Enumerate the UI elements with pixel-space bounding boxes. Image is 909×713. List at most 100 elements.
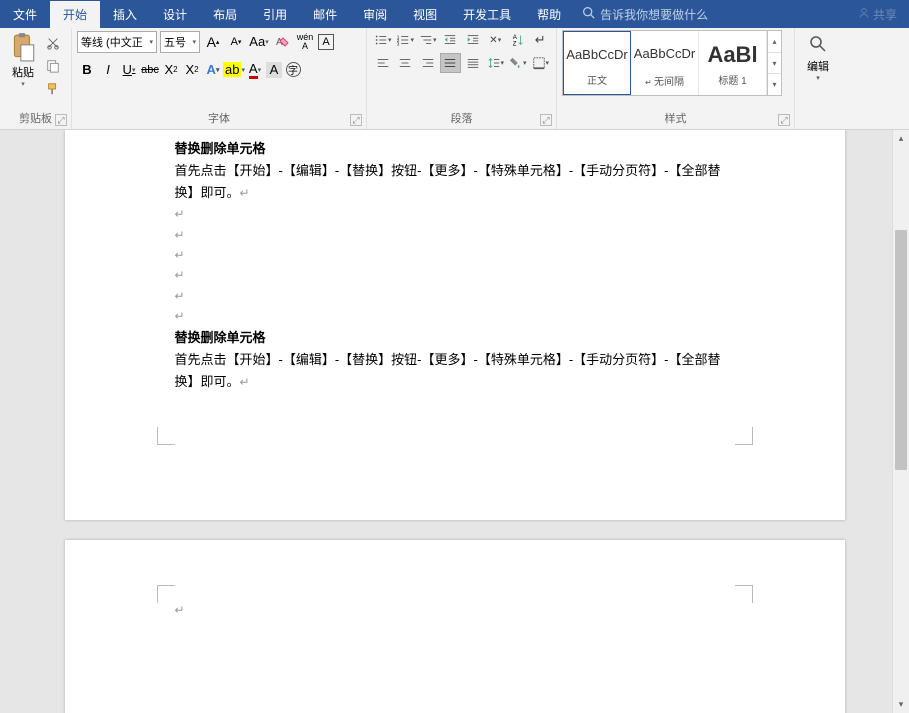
scroll-thumb[interactable] <box>895 230 907 470</box>
align-left-button[interactable] <box>372 53 394 73</box>
tab-help[interactable]: 帮助 <box>524 1 574 28</box>
svg-text:Z: Z <box>513 40 517 47</box>
style-item-nospace[interactable]: AaBbCcDr ↵ 无间隔 <box>631 31 699 95</box>
line-spacing-button[interactable]: ▾ <box>485 53 507 73</box>
tab-design[interactable]: 设计 <box>150 1 200 28</box>
enclose-char-button[interactable]: 字 <box>283 60 303 80</box>
group-font-label: 字体 <box>77 108 361 129</box>
group-styles: AaBbCcDr 正文 AaBbCcDr ↵ 无间隔 AaBl 标题 1 ▴ ▾… <box>557 28 795 129</box>
group-clipboard: 粘贴 ▾ 剪贴板 ⤢ <box>0 28 72 129</box>
document-page-2[interactable]: ↵ <box>65 540 845 713</box>
clear-format-button[interactable]: A <box>272 32 292 52</box>
subscript-button[interactable]: X2 <box>161 60 181 80</box>
tab-home[interactable]: 开始 <box>50 1 100 28</box>
bullet-list-button[interactable]: ▾ <box>372 30 394 50</box>
para-mark: ↵ <box>175 204 735 224</box>
share-button[interactable]: 共享 <box>858 6 897 23</box>
document-page-1[interactable]: 替换删除单元格 首先点击【开始】-【编辑】-【替换】按钮-【更多】-【特殊单元格… <box>65 130 845 520</box>
tab-insert[interactable]: 插入 <box>100 1 150 28</box>
chevron-down-icon: ▾ <box>816 74 820 82</box>
clipboard-dialog-launcher[interactable]: ⤢ <box>55 114 67 126</box>
para-mark: ↵ <box>175 600 735 620</box>
page-margin-corner <box>735 427 753 445</box>
shading-button[interactable]: ▾ <box>507 53 529 73</box>
doc-heading: 替换删除单元格 <box>175 330 266 345</box>
strikethrough-button[interactable]: abc <box>140 60 160 80</box>
tab-review[interactable]: 审阅 <box>350 1 400 28</box>
ribbon: 粘贴 ▾ 剪贴板 ⤢ 等线 (中文正▾ 五号▾ A▴ A▾ Aa▾ A wénA… <box>0 28 909 130</box>
doc-body-text: 首先点击【开始】-【编辑】-【替换】按钮-【更多】-【特殊单元格】-【手动分页符… <box>175 163 721 200</box>
cut-button[interactable] <box>43 33 63 53</box>
format-painter-button[interactable] <box>43 79 63 99</box>
editing-dropdown[interactable]: 编辑 ▾ <box>800 30 836 102</box>
chevron-down-icon: ▾ <box>149 38 153 46</box>
group-styles-label: 样式 <box>562 108 789 129</box>
document-area[interactable]: 替换删除单元格 首先点击【开始】-【编辑】-【替换】按钮-【更多】-【特殊单元格… <box>0 130 909 713</box>
char-border-button[interactable]: A <box>318 34 334 50</box>
shrink-font-button[interactable]: A▾ <box>226 32 246 52</box>
para-mark: ↵ <box>175 245 735 265</box>
paste-button[interactable]: 粘贴 ▾ <box>5 30 41 102</box>
tab-file[interactable]: 文件 <box>0 1 50 28</box>
grow-font-button[interactable]: A▴ <box>203 32 223 52</box>
para-mark: ↵ <box>175 265 735 285</box>
style-scroll-down[interactable]: ▾ <box>768 53 781 75</box>
decrease-indent-button[interactable] <box>440 30 462 50</box>
sort-button[interactable]: AZ <box>507 30 529 50</box>
tab-developer[interactable]: 开发工具 <box>450 1 524 28</box>
char-shading-button[interactable]: A <box>266 62 282 78</box>
title-bar: 文件 开始 插入 设计 布局 引用 邮件 审阅 视图 开发工具 帮助 告诉我你想… <box>0 0 909 28</box>
style-item-normal[interactable]: AaBbCcDr 正文 <box>563 31 631 95</box>
phonetic-guide-button[interactable]: wénA <box>295 32 315 52</box>
vertical-scrollbar[interactable]: ▴ ▾ <box>892 130 909 713</box>
align-right-button[interactable] <box>417 53 439 73</box>
font-size-select[interactable]: 五号▾ <box>160 31 200 53</box>
tab-references[interactable]: 引用 <box>250 1 300 28</box>
doc-body-text: 首先点击【开始】-【编辑】-【替换】按钮-【更多】-【特殊单元格】-【手动分页符… <box>175 352 721 389</box>
styles-dialog-launcher[interactable]: ⤢ <box>778 114 790 126</box>
menu-tabs: 文件 开始 插入 设计 布局 引用 邮件 审阅 视图 开发工具 帮助 <box>0 1 574 28</box>
tab-view[interactable]: 视图 <box>400 1 450 28</box>
font-dialog-launcher[interactable]: ⤢ <box>350 114 362 126</box>
doc-heading: 替换删除单元格 <box>175 141 266 156</box>
find-icon <box>808 34 828 54</box>
font-name-select[interactable]: 等线 (中文正▾ <box>77 31 157 53</box>
borders-button[interactable]: ▾ <box>530 53 552 73</box>
underline-button[interactable]: U▾ <box>119 60 139 80</box>
scroll-down-arrow[interactable]: ▾ <box>893 696 909 713</box>
style-scroll-up[interactable]: ▴ <box>768 31 781 53</box>
align-justify-button[interactable] <box>440 53 462 73</box>
svg-text:3: 3 <box>397 41 400 46</box>
tab-mail[interactable]: 邮件 <box>300 1 350 28</box>
page-margin-corner <box>157 427 175 445</box>
paragraph-dialog-launcher[interactable]: ⤢ <box>540 114 552 126</box>
align-distribute-button[interactable] <box>462 53 484 73</box>
increase-indent-button[interactable] <box>462 30 484 50</box>
para-mark: ↵ <box>175 225 735 245</box>
superscript-button[interactable]: X2 <box>182 60 202 80</box>
change-case-button[interactable]: Aa▾ <box>249 32 269 52</box>
tab-layout[interactable]: 布局 <box>200 1 250 28</box>
tell-me-label: 告诉我你想要做什么 <box>600 6 708 23</box>
style-gallery: AaBbCcDr 正文 AaBbCcDr ↵ 无间隔 AaBl 标题 1 ▴ ▾… <box>562 30 782 96</box>
tell-me-search[interactable]: 告诉我你想要做什么 <box>582 6 708 23</box>
text-effects-button[interactable]: A▾ <box>203 60 223 80</box>
align-center-button[interactable] <box>395 53 417 73</box>
page-margin-corner <box>157 585 175 603</box>
font-color-button[interactable]: A▾ <box>245 60 265 80</box>
number-list-button[interactable]: 123▾ <box>395 30 417 50</box>
scroll-up-arrow[interactable]: ▴ <box>893 130 909 147</box>
style-expand[interactable]: ▾ <box>768 74 781 95</box>
group-font: 等线 (中文正▾ 五号▾ A▴ A▾ Aa▾ A wénA A B I U▾ a… <box>72 28 367 129</box>
style-item-heading1[interactable]: AaBl 标题 1 <box>699 31 767 95</box>
bold-button[interactable]: B <box>77 60 97 80</box>
italic-button[interactable]: I <box>98 60 118 80</box>
multilevel-list-button[interactable]: ▾ <box>417 30 439 50</box>
copy-button[interactable] <box>43 56 63 76</box>
show-marks-button[interactable]: ↵ <box>530 30 552 50</box>
highlight-button[interactable]: ab▾ <box>224 60 244 80</box>
share-icon <box>858 7 870 22</box>
chevron-down-icon: ▾ <box>21 80 25 88</box>
para-mark: ↵ <box>175 286 735 306</box>
asian-layout-button[interactable]: ✕▾ <box>485 30 507 50</box>
